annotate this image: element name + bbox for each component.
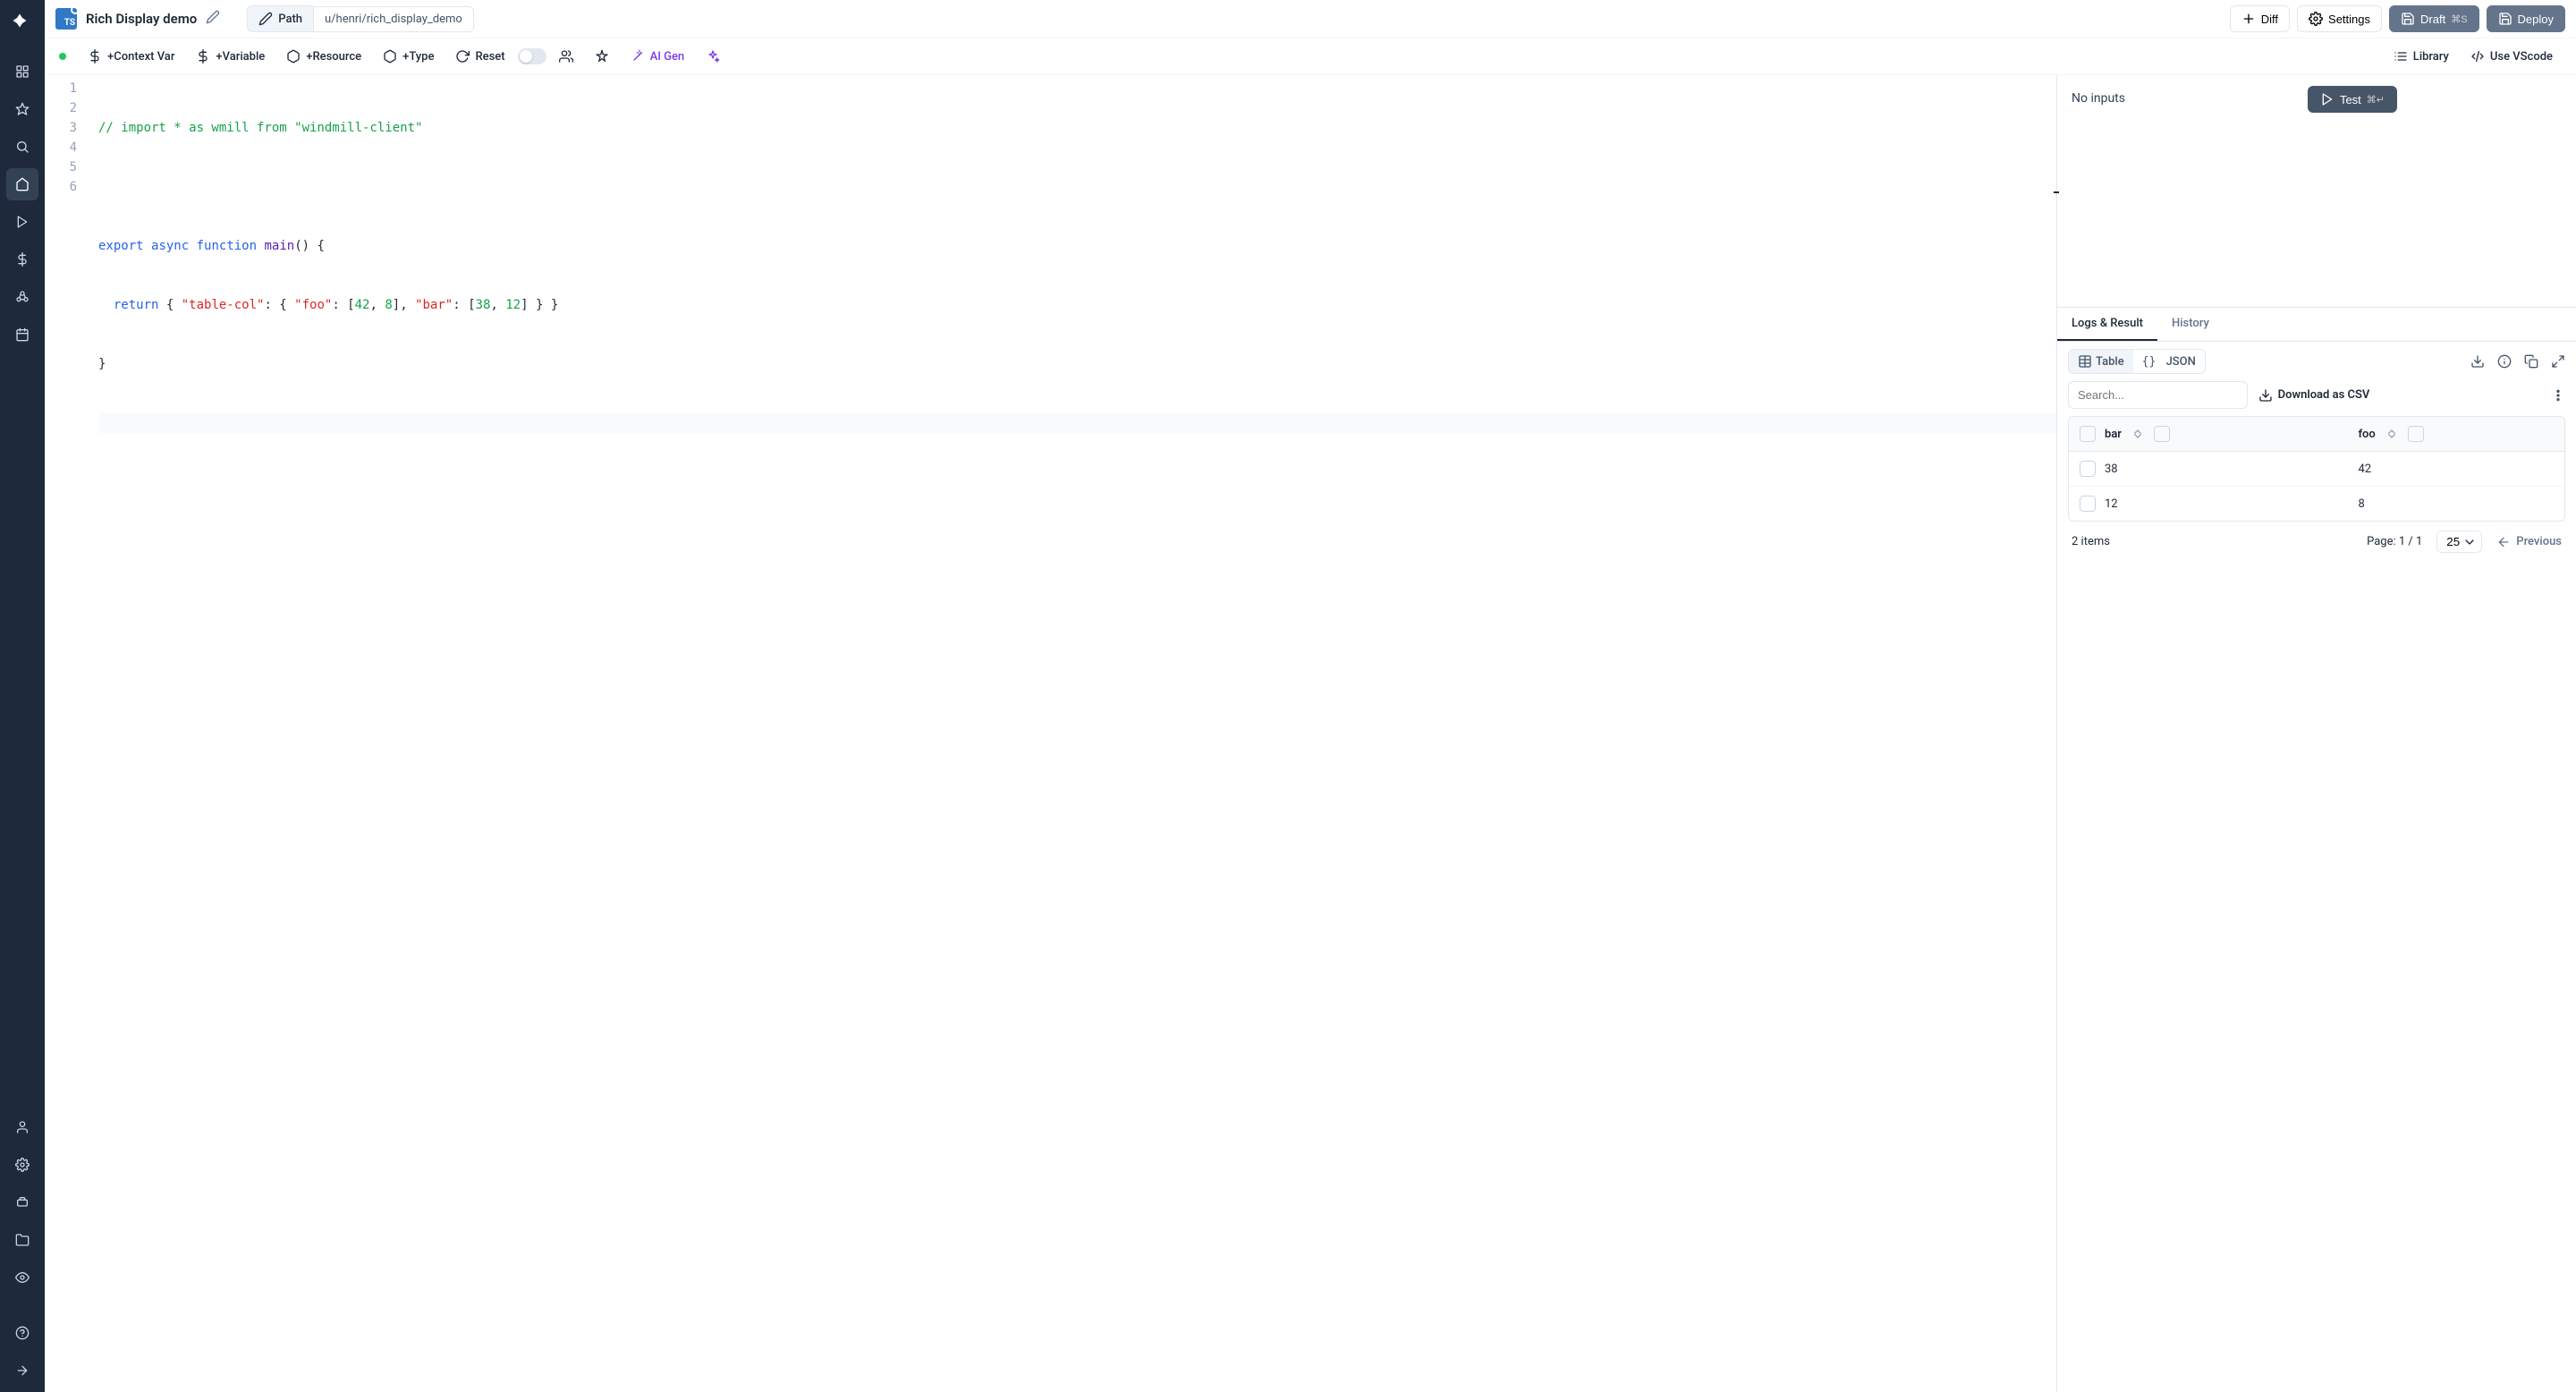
sidebar-item-runs[interactable] <box>6 206 38 238</box>
page-size-select[interactable]: 25 <box>2436 530 2482 553</box>
editor-content[interactable]: // import * as wmill from "windmill-clie… <box>89 75 2056 1392</box>
path-value: u/henri/rich_display_demo <box>313 6 474 32</box>
previous-button[interactable]: Previous <box>2496 535 2562 549</box>
result-tabs: Logs & Result History <box>2057 308 2576 342</box>
result-toolbar: Table {} JSON <box>2057 342 2576 381</box>
sort-icon[interactable] <box>2385 427 2399 441</box>
ai-gen-button[interactable]: AI Gen <box>622 44 694 69</box>
code-editor[interactable]: 1 2 3 4 5 6 // import * as wmill from "w… <box>45 75 2057 1392</box>
result-table: bar foo <box>2068 416 2565 522</box>
table-row[interactable]: 38 42 <box>2069 452 2564 487</box>
context-var-button[interactable]: +Context Var <box>79 44 183 69</box>
items-count: 2 items <box>2072 535 2110 548</box>
sidebar-item-workers[interactable] <box>6 1186 38 1218</box>
collaborators-button[interactable] <box>550 44 582 69</box>
sidebar-item-collapse[interactable] <box>6 1354 38 1387</box>
tab-logs-result[interactable]: Logs & Result <box>2057 308 2157 341</box>
page-label: Page: 1 / 1 <box>2367 535 2422 548</box>
pagination: 2 items Page: 1 / 1 25 Previous <box>2057 522 2576 562</box>
library-button[interactable]: Library <box>2385 44 2458 69</box>
column-header-bar[interactable]: bar <box>2105 428 2122 441</box>
multiplayer-toggle[interactable] <box>518 48 547 64</box>
row-checkbox[interactable] <box>2080 496 2096 512</box>
table-row[interactable]: 12 8 <box>2069 487 2564 521</box>
sidebar-item-resources[interactable] <box>6 281 38 313</box>
sidebar-item-folders[interactable] <box>6 1224 38 1256</box>
test-button[interactable]: Test ⌘↵ <box>2308 86 2397 113</box>
app-logo[interactable] <box>12 13 33 34</box>
copy-icon[interactable] <box>2524 354 2538 369</box>
sidebar-item-search[interactable] <box>6 131 38 163</box>
sort-icon[interactable] <box>2131 427 2145 441</box>
search-row: Download as CSV <box>2057 381 2576 416</box>
reset-button[interactable]: Reset <box>446 44 513 69</box>
draft-button[interactable]: Draft ⌘S <box>2389 5 2479 32</box>
resource-button[interactable]: +Resource <box>277 44 370 69</box>
type-button[interactable]: +Type <box>374 44 443 69</box>
sidebar-item-schedules[interactable] <box>6 318 38 351</box>
inputs-section: Test ⌘↵ No inputs <box>2057 75 2576 308</box>
more-menu-icon[interactable] <box>2551 388 2565 403</box>
view-table-button[interactable]: Table <box>2069 350 2133 373</box>
header-secondary: +Context Var +Variable +Resource +Type R… <box>45 38 2576 75</box>
page-title: Rich Display demo <box>86 11 197 27</box>
column-filter-checkbox[interactable] <box>2408 426 2424 442</box>
sidebar-item-variables[interactable] <box>6 243 38 276</box>
status-dot-icon <box>59 53 66 60</box>
header-primary: TS Rich Display demo Path u/henri/rich_d… <box>45 0 2576 38</box>
sidebar-item-users[interactable] <box>6 1111 38 1143</box>
file-modified-indicator-icon <box>71 5 80 14</box>
column-header-foo[interactable]: foo <box>2358 428 2375 441</box>
settings-button[interactable]: Settings <box>2297 5 2382 32</box>
sidebar-item-audit[interactable] <box>6 1261 38 1294</box>
select-all-checkbox[interactable] <box>2080 426 2096 442</box>
sidebar-item-workspace[interactable] <box>6 55 38 88</box>
download-icon[interactable] <box>2470 354 2485 369</box>
view-json-button[interactable]: {} JSON <box>2133 350 2205 373</box>
right-panel: Test ⌘↵ No inputs Logs & Result History … <box>2057 75 2576 1392</box>
deploy-button[interactable]: Deploy <box>2487 5 2565 32</box>
ai-sparkle-button[interactable] <box>697 44 729 69</box>
sidebar-item-help[interactable] <box>6 1317 38 1349</box>
use-vscode-button[interactable]: Use VScode <box>2462 44 2562 69</box>
download-csv-button[interactable]: Download as CSV <box>2258 388 2370 403</box>
view-toggle: Table {} JSON <box>2068 349 2206 374</box>
column-filter-checkbox[interactable] <box>2154 426 2170 442</box>
info-icon[interactable] <box>2497 354 2512 369</box>
variable-button[interactable]: +Variable <box>187 44 274 69</box>
tab-history[interactable]: History <box>2157 308 2224 341</box>
rename-button[interactable] <box>206 10 220 28</box>
sidebar-item-home[interactable] <box>6 168 38 200</box>
file-type-badge: TS <box>55 8 77 30</box>
row-checkbox[interactable] <box>2080 461 2096 477</box>
diff-button[interactable]: Diff <box>2230 5 2290 32</box>
search-input[interactable] <box>2068 381 2248 409</box>
path-button[interactable]: Path <box>247 5 313 32</box>
sidebar <box>0 0 45 1392</box>
sidebar-item-settings[interactable] <box>6 1149 38 1181</box>
expand-icon[interactable] <box>2551 354 2565 369</box>
sidebar-item-favorites[interactable] <box>6 93 38 125</box>
editor-gutter: 1 2 3 4 5 6 <box>45 75 89 1392</box>
format-button[interactable] <box>586 44 618 69</box>
